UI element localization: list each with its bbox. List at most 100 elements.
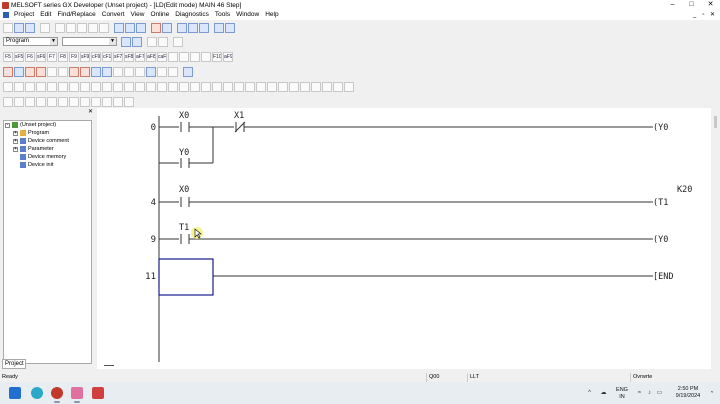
open-contact-icon[interactable]: F5: [3, 51, 13, 62]
menu-online[interactable]: Online: [148, 10, 173, 20]
rising-pulse-icon[interactable]: sF7: [113, 51, 123, 62]
tree-root[interactable]: - (Unset project): [5, 122, 56, 128]
coil-icon[interactable]: F7: [47, 51, 57, 62]
write-mode-icon[interactable]: [25, 66, 35, 77]
monitor-icon[interactable]: [151, 22, 161, 33]
device-batch-icon[interactable]: [162, 22, 172, 33]
menu-project[interactable]: Project: [11, 10, 37, 20]
vertical-line-icon[interactable]: sF9: [80, 51, 90, 62]
program-select[interactable]: ▼: [62, 37, 117, 46]
tree-item-parameter[interactable]: + Parameter: [13, 146, 54, 152]
menu-help[interactable]: Help: [262, 10, 281, 20]
invert-icon[interactable]: caF10: [157, 51, 167, 62]
gx-developer-task-icon[interactable]: [71, 387, 83, 399]
chrome-browser-icon[interactable]: [51, 387, 63, 399]
speaker-icon[interactable]: ♪: [646, 390, 653, 396]
language-indicator[interactable]: ENG IN: [614, 387, 630, 401]
list-mode-icon[interactable]: [14, 66, 24, 77]
copy-icon[interactable]: [66, 22, 76, 33]
closed-contact-icon[interactable]: F6: [25, 51, 35, 62]
paste-icon[interactable]: [77, 22, 87, 33]
parallel-falling-pulse-icon[interactable]: aF8: [146, 51, 156, 62]
open-file-icon[interactable]: [14, 22, 24, 33]
monitor-write-icon[interactable]: [58, 66, 68, 77]
step-jump-icon[interactable]: [146, 66, 156, 77]
zoom-out-icon[interactable]: [188, 22, 198, 33]
parallel-rising-pulse-icon[interactable]: aF7: [135, 51, 145, 62]
mdi-close-button[interactable]: ✕: [708, 10, 717, 20]
device-reference-icon[interactable]: [157, 66, 167, 77]
windows-start-icon[interactable]: [9, 387, 21, 399]
ladder-mode-icon[interactable]: [3, 66, 13, 77]
line-draw-icon[interactable]: F10: [212, 51, 222, 62]
menu-convert[interactable]: Convert: [99, 10, 128, 20]
find-icon[interactable]: [199, 22, 209, 33]
entry-monitor-icon[interactable]: [168, 66, 178, 77]
expand-icon[interactable]: +: [13, 146, 18, 152]
parallel-closed-contact-icon[interactable]: sF6: [36, 51, 46, 62]
tree-item-device-comment[interactable]: + Device comment: [13, 138, 69, 144]
chevron-up-icon[interactable]: ^: [586, 390, 593, 396]
delete-vertical-line-icon[interactable]: cF10: [102, 51, 112, 62]
tree-item-program[interactable]: + Program: [13, 130, 49, 136]
mdi-minimize-button[interactable]: _: [690, 10, 699, 20]
scrollbar-thumb[interactable]: [714, 116, 717, 128]
statement-icon[interactable]: [102, 66, 112, 77]
menu-window[interactable]: Window: [233, 10, 262, 20]
close-button[interactable]: ✕: [701, 0, 720, 10]
redo-icon[interactable]: [99, 22, 109, 33]
monitor-mode-icon[interactable]: [47, 66, 57, 77]
close-icon[interactable]: ✕: [88, 109, 93, 115]
collapse-icon[interactable]: -: [5, 122, 10, 128]
undo-icon[interactable]: [88, 22, 98, 33]
zoom-icon[interactable]: [135, 66, 145, 77]
menu-edit[interactable]: Edit: [37, 10, 54, 20]
parallel-open-contact-icon[interactable]: sF5: [14, 51, 24, 62]
minimize-button[interactable]: –: [663, 0, 682, 10]
edge-browser-icon[interactable]: [31, 387, 43, 399]
menu-diagnostics[interactable]: Diagnostics: [172, 10, 212, 20]
convert-all-icon[interactable]: [80, 66, 90, 77]
document-icon[interactable]: [3, 12, 9, 18]
maximize-button[interactable]: □: [682, 0, 701, 10]
menu-tools[interactable]: Tools: [212, 10, 233, 20]
verify-icon[interactable]: [136, 22, 146, 33]
delete-horizontal-line-icon[interactable]: cF9: [91, 51, 101, 62]
menu-view[interactable]: View: [128, 10, 148, 20]
vertical-scrollbar[interactable]: [711, 108, 720, 369]
write-plc-icon[interactable]: [125, 22, 135, 33]
application-instruction-icon[interactable]: F8: [58, 51, 68, 62]
clock[interactable]: 2:50 PM 9/19/2024: [670, 386, 706, 400]
convert-icon[interactable]: [69, 66, 79, 77]
note-icon[interactable]: [113, 66, 123, 77]
notification-icon[interactable]: ◔: [708, 390, 715, 396]
window-icon[interactable]: [183, 66, 193, 77]
zoom-in-icon[interactable]: [177, 22, 187, 33]
read-plc-icon[interactable]: [114, 22, 124, 33]
grid-icon[interactable]: [132, 36, 142, 47]
comment-icon[interactable]: [214, 22, 224, 33]
battery-icon[interactable]: ▭: [656, 390, 663, 396]
new-file-icon[interactable]: [3, 22, 13, 33]
menu-find-replace[interactable]: Find/Replace: [54, 10, 98, 20]
ladder-editor[interactable]: 0 X0 X1 (Y0 Y0 4 X0 (T1 K20 9 T1 (Y0 11 …: [97, 108, 711, 369]
print-icon[interactable]: [40, 22, 50, 33]
mdi-restore-button[interactable]: ▫: [699, 10, 708, 20]
data-type-select[interactable]: Program ▼: [3, 37, 58, 46]
tree-item-device-init[interactable]: Device init: [20, 162, 53, 168]
save-icon[interactable]: [25, 22, 35, 33]
read-mode-icon[interactable]: [36, 66, 46, 77]
expand-icon[interactable]: +: [13, 130, 18, 136]
help-icon[interactable]: [225, 22, 235, 33]
expand-icon[interactable]: +: [13, 138, 18, 144]
recorder-app-icon[interactable]: [92, 387, 104, 399]
list-icon[interactable]: [121, 36, 131, 47]
cut-icon[interactable]: [55, 22, 65, 33]
tab-project[interactable]: Project: [2, 359, 26, 369]
falling-pulse-icon[interactable]: sF8: [124, 51, 134, 62]
tree-item-device-memory[interactable]: Device memory: [20, 154, 66, 160]
wifi-icon[interactable]: ≈: [636, 390, 643, 396]
line-delete-icon[interactable]: aF9: [223, 51, 233, 62]
comment-display-icon[interactable]: [91, 66, 101, 77]
cloud-icon[interactable]: ☁: [600, 390, 607, 396]
